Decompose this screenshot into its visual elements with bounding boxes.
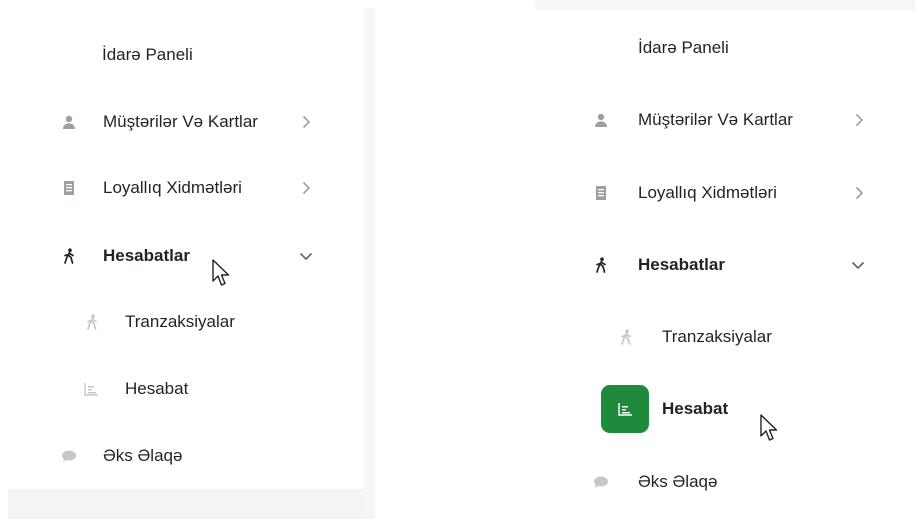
walking-person-icon xyxy=(593,257,609,273)
chevron-right-icon xyxy=(299,115,313,129)
sidebar-item-label: Tranzaksiyalar xyxy=(125,312,235,331)
sidebar-item-feedback[interactable]: Əks Əlaqə xyxy=(8,434,364,478)
chat-bubble-icon xyxy=(593,474,609,490)
bar-chart-icon xyxy=(617,401,633,417)
sidebar-item-label: Hesabatlar xyxy=(638,255,725,274)
sidebar-item-label: Hesabatlar xyxy=(103,246,190,265)
sidebar-subitem-report[interactable]: Hesabat xyxy=(8,367,364,411)
document-icon xyxy=(61,180,77,196)
chat-bubble-icon xyxy=(61,448,77,464)
sidebar-item-label: Loyallıq Xidmətləri xyxy=(638,183,777,202)
sidebar-subitem-transactions[interactable]: Tranzaksiyalar xyxy=(535,315,915,359)
sidebar-menu-before: İdarə Paneli Müştərilər Və Kartlar Loyal… xyxy=(8,22,364,489)
walking-person-icon xyxy=(61,248,77,264)
sidebar-item-loyalty[interactable]: Loyallıq Xidmətləri xyxy=(8,166,364,210)
sidebar-menu-after: İdarə Paneli Müştərilər Və Kartlar Loyal… xyxy=(535,10,915,519)
chevron-right-icon xyxy=(852,113,866,127)
active-item-badge xyxy=(601,385,649,433)
panel-top-edge xyxy=(535,0,915,10)
user-icon xyxy=(61,114,77,130)
sidebar-item-label: Müştərilər Və Kartlar xyxy=(638,110,793,129)
sidebar-subitem-report-active[interactable]: Hesabat xyxy=(535,385,915,433)
sidebar-item-label: Müştərilər Və Kartlar xyxy=(103,112,258,131)
panel-bottom-strip xyxy=(8,489,364,519)
user-icon xyxy=(593,112,609,128)
sidebar-item-label: İdarə Paneli xyxy=(102,45,193,64)
sidebar-item-label: İdarə Paneli xyxy=(638,38,729,57)
sidebar-item-label: Əks Əlaqə xyxy=(103,446,183,465)
sidebar-item-customers[interactable]: Müştərilər Və Kartlar xyxy=(8,100,364,144)
walking-person-icon xyxy=(618,329,634,345)
walking-person-icon xyxy=(84,314,100,330)
document-icon xyxy=(593,185,609,201)
sidebar-item-loyalty[interactable]: Loyallıq Xidmətləri xyxy=(535,171,915,215)
sidebar-item-customers[interactable]: Müştərilər Və Kartlar xyxy=(535,98,915,142)
sidebar-item-label: Əks Əlaqə xyxy=(638,472,718,491)
sidebar-item-label: Hesabat xyxy=(125,379,189,398)
chevron-down-icon xyxy=(851,258,865,272)
sidebar-subitem-transactions[interactable]: Tranzaksiyalar xyxy=(8,300,364,344)
mouse-cursor-icon xyxy=(759,413,781,443)
sidebar-item-reports[interactable]: Hesabatlar xyxy=(8,234,364,278)
chevron-down-icon xyxy=(299,249,313,263)
sidebar-item-reports[interactable]: Hesabatlar xyxy=(535,243,915,287)
chevron-right-icon xyxy=(852,186,866,200)
panel-divider xyxy=(364,8,375,519)
bar-chart-icon xyxy=(83,381,99,397)
sidebar-item-label: Hesabat xyxy=(662,399,729,418)
sidebar-item-label: Loyallıq Xidmətləri xyxy=(103,178,242,197)
mouse-cursor-icon xyxy=(211,258,233,288)
sidebar-item-label: Tranzaksiyalar xyxy=(662,327,772,346)
chevron-right-icon xyxy=(299,181,313,195)
sidebar-item-feedback[interactable]: Əks Əlaqə xyxy=(535,460,915,504)
